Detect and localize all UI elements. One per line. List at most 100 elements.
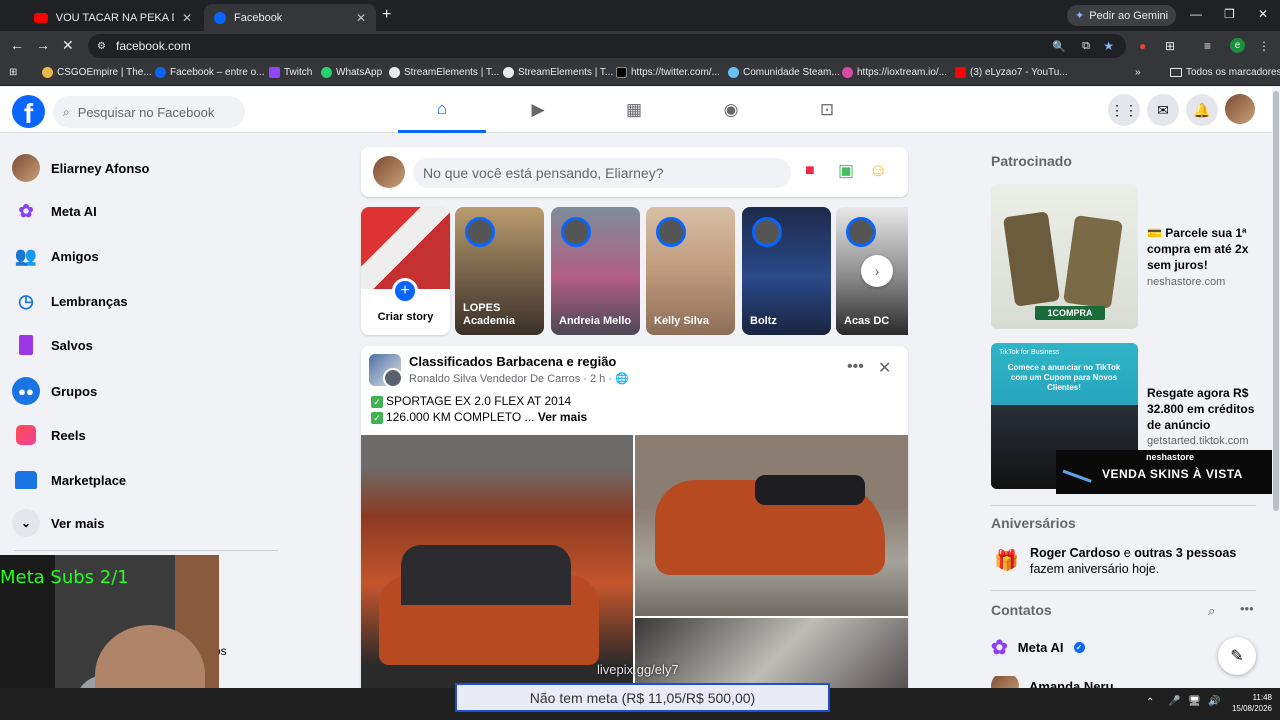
more-bookmarks-icon[interactable]: » [1135,67,1141,78]
sidebar-item-friends[interactable]: 👥 Amigos [12,238,99,274]
sidebar-item-memories[interactable]: ◷ Lembranças [12,283,127,319]
sidebar-item-reels[interactable]: Reels [12,417,86,453]
extensions-puzzle-icon[interactable]: ⊞ [1165,39,1175,53]
menu-button[interactable]: ⋮⋮ [1108,94,1140,126]
see-more-link[interactable]: Ver mais [538,410,587,424]
tab-facebook[interactable]: Facebook ✕ [204,4,376,31]
nav-gaming-tab[interactable]: ⊡ [783,87,871,133]
all-bookmarks-folder[interactable]: Todos os marcadores [1170,67,1280,78]
photo-video-icon[interactable]: ▣ [838,161,854,181]
ad-product-shape [1063,215,1123,309]
reels-icon [12,421,40,449]
bookmark-twitter[interactable]: https://twitter.com/... [616,67,720,78]
chrome-menu-icon[interactable]: ⋮ [1258,39,1270,53]
microphone-icon[interactable]: 🎤 [1168,696,1180,707]
post-group-name[interactable]: Classificados Barbacena e região [409,354,616,369]
tab-youtube[interactable]: VOU TACAR NA PEKA DAS BB - ✕ [24,4,202,31]
feeling-emoji-icon[interactable]: ☺ [869,160,887,181]
nav-groups-tab[interactable]: ◉ [687,87,775,133]
bookmark-steam[interactable]: Comunidade Steam... [728,67,840,78]
right-divider [991,590,1256,591]
birthday-text[interactable]: Roger Cardoso e outras 3 pessoas fazem a… [1030,545,1255,577]
hide-post-button[interactable]: ✕ [878,358,891,378]
post-options-button[interactable]: ••• [847,358,864,376]
ad-image-neshastore[interactable]: 1COMPRA [991,184,1138,329]
facebook-logo[interactable]: f [12,95,45,129]
stories-next-button[interactable]: › [861,255,893,287]
contacts-search-icon[interactable]: ⌕ [1208,603,1215,619]
minimize-button[interactable]: — [1190,7,1202,21]
ask-gemini-button[interactable]: ✦ Pedir ao Gemini [1067,5,1177,26]
streamelements-icon [503,67,514,78]
create-story-card[interactable]: + Criar story [361,207,450,335]
bookmark-streamelements-2[interactable]: StreamElements | T... [503,67,613,78]
notifications-button[interactable]: 🔔 [1186,94,1218,126]
media-control-icon[interactable]: ≡ [1204,39,1211,53]
sidebar-item-saved[interactable]: Salvos [12,327,93,363]
profile-button[interactable]: e [1230,38,1245,53]
composer-input[interactable]: No que você está pensando, Eliarney? [413,158,791,188]
bookmark-star-icon[interactable]: ★ [1103,39,1114,53]
sidebar-item-profile[interactable]: Eliarney Afonso [12,150,149,186]
check-emoji-icon: ✓ [371,412,383,424]
contact-meta-ai[interactable]: ✿ Meta AI ✓ [991,634,1085,660]
address-bar[interactable]: ⚙ facebook.com 🔍 ⧉ ★ [88,34,1126,58]
new-tab-button[interactable]: + [382,6,391,24]
bookmark-whatsapp[interactable]: WhatsApp [321,67,382,78]
close-window-button[interactable]: ✕ [1258,7,1268,21]
ad-title[interactable]: 💳 Parcele sua 1ª compra em até 2x sem ju… [1147,225,1255,273]
sidebar-item-see-more[interactable]: ⌄ Ver mais [12,505,105,541]
contacts-options-icon[interactable]: ••• [1240,601,1254,616]
install-app-icon[interactable]: ⧉ [1082,40,1090,53]
bookmark-ioxtream[interactable]: https://ioxtream.io/... [842,67,947,78]
tray-chevron-icon[interactable]: ⌃ [1146,697,1154,708]
apps-grid-icon[interactable]: ⊞ [9,67,17,78]
bookmark-facebook[interactable]: Facebook – entre o... [155,67,265,78]
volume-icon[interactable]: 🔊 [1208,696,1220,707]
bell-icon: 🔔 [1193,101,1211,118]
page-scrollbar[interactable] [1272,87,1280,693]
story-card[interactable]: LOPES Academia [455,207,544,335]
home-icon: ⌂ [436,98,448,118]
extension-icon[interactable]: ● [1139,39,1146,53]
scrollbar-thumb[interactable] [1273,91,1279,511]
sidebar-item-meta-ai[interactable]: ✿ Meta AI [12,193,96,229]
nav-marketplace-tab[interactable]: ▦ [590,87,678,133]
bookmarks-bar: ⊞ CSGOEmpire | The... Facebook – entre o… [0,61,1280,86]
stop-loading-button[interactable]: ✕ [62,37,74,54]
tab-title: VOU TACAR NA PEKA DAS BB - [55,11,174,24]
site-info-icon[interactable]: ⚙ [97,41,106,52]
story-card[interactable]: Kelly Silva [646,207,735,335]
story-card[interactable]: Andreia Mello [551,207,640,335]
nav-video-tab[interactable]: ▶ [494,87,582,133]
close-tab-icon[interactable]: ✕ [182,11,192,25]
bookmark-csgoempire[interactable]: CSGOEmpire | The... [42,67,152,78]
youtube-icon [955,67,966,78]
new-message-button[interactable]: ✎ [1218,637,1256,675]
restore-button[interactable]: ❐ [1224,7,1235,21]
network-icon[interactable]: 🖥 [1188,696,1201,707]
author-avatar[interactable] [383,368,403,388]
messenger-button[interactable]: ✉ [1147,94,1179,126]
sidebar-item-groups[interactable]: ●● Grupos [12,373,97,409]
back-button[interactable]: ← [10,37,24,53]
zoom-icon[interactable]: 🔍 [1052,40,1066,53]
nav-home-tab[interactable]: ⌂ [398,87,486,133]
clock[interactable]: 11:48 15/08/2026 [1222,692,1272,714]
car-windshield-shape [401,545,571,605]
bookmark-twitch[interactable]: Twitch [269,67,312,78]
sidebar-item-marketplace[interactable]: Marketplace [12,462,126,498]
account-avatar-button[interactable] [1225,94,1255,124]
ad-title[interactable]: Resgate agora R$ 32.800 em créditos de a… [1147,385,1257,433]
story-card[interactable]: Boltz [742,207,831,335]
post-photo-2[interactable] [635,435,908,616]
forward-button[interactable]: → [36,37,50,53]
marketplace-icon [12,466,40,494]
facebook-icon [214,11,226,24]
post-photo-1[interactable] [361,435,633,706]
bookmark-streamelements-1[interactable]: StreamElements | T... [389,67,499,78]
bookmark-youtube[interactable]: (3) eLyzao7 - YouTu... [955,67,1068,78]
close-tab-icon[interactable]: ✕ [356,11,366,25]
live-video-icon[interactable]: ■ [805,162,815,180]
facebook-search-input[interactable]: ⌕ Pesquisar no Facebook [53,96,245,128]
